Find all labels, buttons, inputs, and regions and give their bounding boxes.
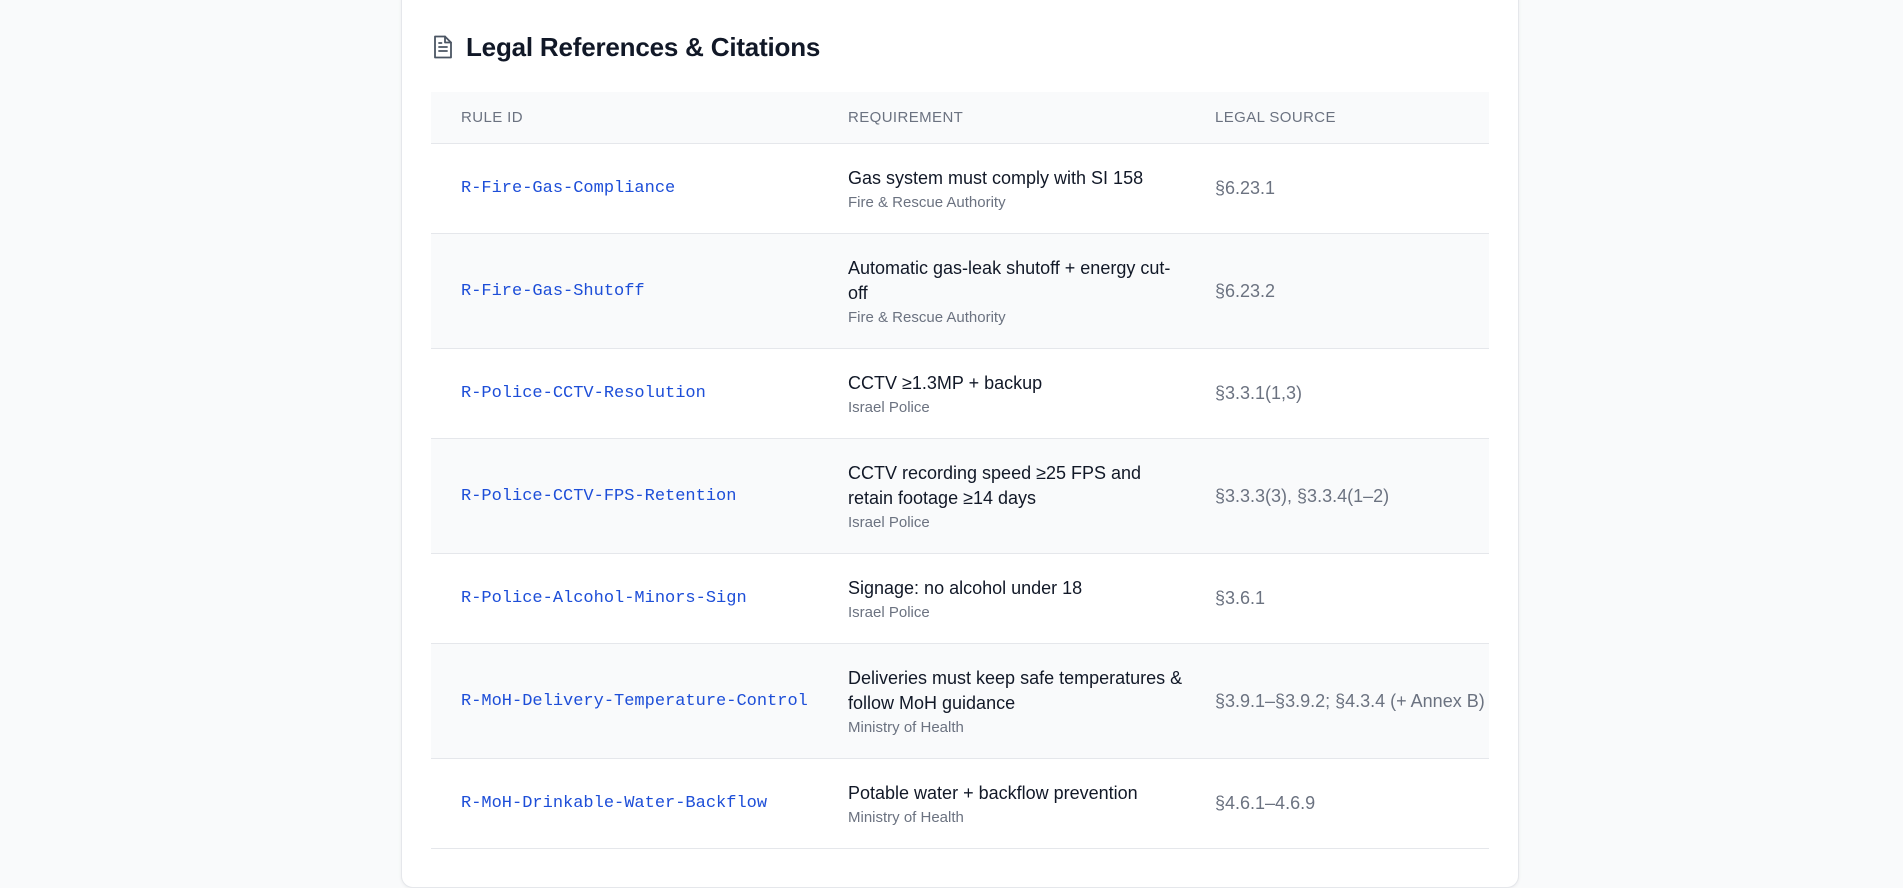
- legal-source-text: §4.6.1–4.6.9: [1215, 793, 1316, 813]
- column-header-rule-id: RULE ID: [431, 92, 818, 144]
- page-title: Legal References & Citations: [466, 31, 821, 62]
- legal-source-cell: §6.23.2: [1185, 233, 1489, 349]
- requirement-cell: Automatic gas-leak shutoff + energy cut-…: [818, 233, 1185, 349]
- table-row: R-Police-CCTV-FPS-Retention CCTV recordi…: [431, 438, 1489, 554]
- table-row: R-Fire-Gas-Compliance Gas system must co…: [431, 143, 1489, 234]
- column-header-requirement: REQUIREMENT: [818, 92, 1185, 144]
- rule-id-link[interactable]: R-MoH-Delivery-Temperature-Control: [461, 692, 808, 711]
- requirement-text: CCTV recording speed ≥25 FPS and retain …: [848, 463, 1142, 508]
- table-row: R-Police-Alcohol-Minors-Sign Signage: no…: [431, 553, 1489, 644]
- rule-id-link[interactable]: R-Fire-Gas-Compliance: [461, 179, 675, 198]
- authority-text: Israel Police: [848, 514, 930, 531]
- rule-id-link[interactable]: R-Police-CCTV-FPS-Retention: [461, 487, 736, 506]
- requirement-cell: Gas system must comply with SI 158 Fire …: [818, 143, 1185, 234]
- requirement-cell: CCTV ≥1.3MP + backup Israel Police: [818, 348, 1185, 439]
- rule-id-cell: R-Police-CCTV-Resolution: [431, 348, 818, 439]
- requirement-text: Gas system must comply with SI 158: [848, 168, 1144, 188]
- legal-source-text: §3.6.1: [1215, 588, 1266, 608]
- rule-id-link[interactable]: R-Police-Alcohol-Minors-Sign: [461, 589, 747, 608]
- legal-references-card: Legal References & Citations RULE ID REQ…: [401, 0, 1519, 888]
- rule-id-cell: R-Fire-Gas-Compliance: [431, 143, 818, 234]
- authority-text: Israel Police: [848, 399, 930, 416]
- requirement-cell: Deliveries must keep safe temperatures &…: [818, 643, 1185, 759]
- authority-text: Israel Police: [848, 604, 930, 621]
- legal-source-text: §3.3.1(1,3): [1215, 383, 1303, 403]
- legal-source-cell: §3.6.1: [1185, 553, 1489, 644]
- legal-source-cell: §6.23.1: [1185, 143, 1489, 234]
- legal-source-cell: §4.6.1–4.6.9: [1185, 758, 1489, 849]
- requirement-text: Deliveries must keep safe temperatures &…: [848, 668, 1183, 713]
- requirement-text: CCTV ≥1.3MP + backup: [848, 373, 1043, 393]
- legal-source-text: §3.9.1–§3.9.2; §4.3.4 (+ Annex B): [1215, 690, 1485, 711]
- requirement-text: Signage: no alcohol under 18: [848, 578, 1083, 598]
- requirement-cell: Potable water + backflow prevention Mini…: [818, 758, 1185, 849]
- requirement-text: Potable water + backflow prevention: [848, 783, 1138, 803]
- legal-source-text: §6.23.1: [1215, 178, 1276, 198]
- authority-text: Fire & Rescue Authority: [848, 194, 1006, 211]
- table-row: R-Fire-Gas-Shutoff Automatic gas-leak sh…: [431, 233, 1489, 349]
- column-header-legal-source: LEGAL SOURCE: [1185, 92, 1489, 144]
- legal-references-table: RULE ID REQUIREMENT LEGAL SOURCE R-Fire-…: [431, 92, 1489, 849]
- authority-text: Fire & Rescue Authority: [848, 309, 1006, 326]
- document-icon: [432, 34, 454, 60]
- table-row: R-Police-CCTV-Resolution CCTV ≥1.3MP + b…: [431, 348, 1489, 439]
- legal-source-text: §6.23.2: [1215, 280, 1276, 301]
- rule-id-link[interactable]: R-Police-CCTV-Resolution: [461, 384, 706, 403]
- requirement-cell: CCTV recording speed ≥25 FPS and retain …: [818, 438, 1185, 554]
- authority-text: Ministry of Health: [848, 719, 964, 736]
- requirement-text: Automatic gas-leak shutoff + energy cut-…: [848, 258, 1171, 303]
- authority-text: Ministry of Health: [848, 809, 964, 826]
- legal-source-cell: §3.3.1(1,3): [1185, 348, 1489, 439]
- legal-source-cell: §3.9.1–§3.9.2; §4.3.4 (+ Annex B): [1185, 643, 1489, 759]
- table-row: R-MoH-Drinkable-Water-Backflow Potable w…: [431, 758, 1489, 849]
- legal-references-table-container: RULE ID REQUIREMENT LEGAL SOURCE R-Fire-…: [431, 92, 1489, 849]
- table-header-row: RULE ID REQUIREMENT LEGAL SOURCE: [431, 92, 1489, 144]
- rule-id-cell: R-MoH-Drinkable-Water-Backflow: [431, 758, 818, 849]
- rule-id-link[interactable]: R-MoH-Drinkable-Water-Backflow: [461, 794, 767, 813]
- requirement-cell: Signage: no alcohol under 18 Israel Poli…: [818, 553, 1185, 644]
- rule-id-cell: R-MoH-Delivery-Temperature-Control: [431, 643, 818, 759]
- rule-id-cell: R-Police-CCTV-FPS-Retention: [431, 438, 818, 554]
- rule-id-cell: R-Police-Alcohol-Minors-Sign: [431, 553, 818, 644]
- table-row: R-MoH-Delivery-Temperature-Control Deliv…: [431, 643, 1489, 759]
- legal-source-text: §3.3.3(3), §3.3.4(1–2): [1215, 485, 1390, 506]
- legal-source-cell: §3.3.3(3), §3.3.4(1–2): [1185, 438, 1489, 554]
- card-header: Legal References & Citations: [432, 29, 820, 65]
- rule-id-cell: R-Fire-Gas-Shutoff: [431, 233, 818, 349]
- rule-id-link[interactable]: R-Fire-Gas-Shutoff: [461, 282, 645, 301]
